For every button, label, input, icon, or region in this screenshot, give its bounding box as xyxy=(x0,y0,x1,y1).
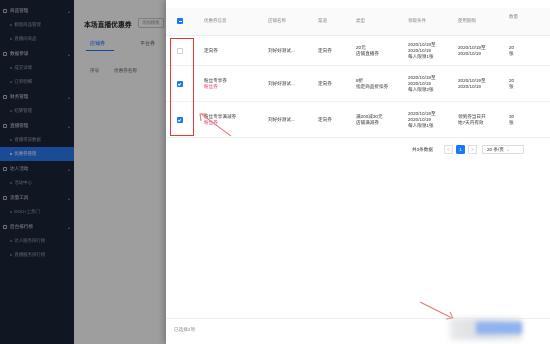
column-header-period: 使用期限 xyxy=(458,18,476,23)
shop-name-cell: 刘好好测试... xyxy=(268,116,295,122)
table-row[interactable]: 粉丝专享券 粉丝券 刘好好测试... 定向券 8折 指定商品折扣券 2020/10/19至 2… xyxy=(166,66,550,102)
period-cell-line: 始7天内有效 xyxy=(458,120,484,125)
column-header-channel: 渠道 xyxy=(318,18,327,23)
screen: 商品管理 ▴ 橱窗商品管理 直播间商品 数据参谋 ▴ 成交详情 订单明细 财务管理 ▴ 结算管理 直播… xyxy=(0,0,550,344)
quantity-cell-line: 张 xyxy=(509,51,514,56)
coupon-select-drawer: 优惠券信息 店铺名称 渠道 类型 领取条件 使用期限 数量 定向券刘好好测试..… xyxy=(166,0,550,344)
period-cell: 领到券当日开 始7天内有效 xyxy=(458,114,486,126)
period-cell-line: 2020/10/19 xyxy=(458,51,481,56)
quantity-cell-line: 张 xyxy=(509,120,514,125)
channel-cell: 定向券 xyxy=(318,47,332,53)
quantity-cell-line: 张 xyxy=(509,84,514,89)
pagination-prev-button[interactable]: < xyxy=(444,145,453,154)
column-header-quantity: 数量 xyxy=(509,14,518,19)
type-cell-line: 店铺直播券 xyxy=(356,51,379,56)
chevron-down-icon: ⌄ xyxy=(505,146,510,152)
condition-cell: 2020/10/19至 2020/10/19 每人限领1张 xyxy=(408,111,436,130)
period-cell-line: 2020/10/19 xyxy=(458,84,481,89)
condition-cell: 2020/10/19至 2020/10/19 每人限领1张 xyxy=(408,42,436,61)
type-cell-line: 指定商品折扣券 xyxy=(356,84,389,89)
type-cell: 20元 店铺直播券 xyxy=(356,45,379,57)
condition-cell-line: 2020/10/19至 xyxy=(408,41,436,47)
selected-count: 已选择2项 xyxy=(174,327,195,332)
modal-overlay[interactable] xyxy=(0,0,176,344)
channel-cell: 定向券 xyxy=(318,116,332,122)
condition-cell-line: 每人限领1张 xyxy=(408,123,434,129)
pagination-next-button[interactable]: > xyxy=(468,145,477,154)
quantity-cell: 20 张 xyxy=(509,78,514,90)
period-cell: 2020/10/19至 2020/10/19 xyxy=(458,78,486,90)
condition-cell-line: 每人限领1张 xyxy=(408,54,434,60)
coupon-name-cell: 粉丝专享券 粉丝券 xyxy=(204,78,227,90)
pagination-page-1[interactable]: 1 xyxy=(456,145,465,154)
condition-cell-line: 每人限领2张 xyxy=(408,87,434,93)
column-header-type: 类型 xyxy=(356,18,365,23)
page-size-select[interactable]: 20 条/页 ⌄ xyxy=(482,145,524,154)
quantity-cell: 30 张 xyxy=(509,114,514,126)
column-header-shop-name: 店铺名称 xyxy=(268,18,286,23)
type-cell: 满200减30元 店铺满减券 xyxy=(356,114,383,126)
condition-cell-line: 2020/10/19至 xyxy=(408,74,436,80)
shop-name-cell: 刘好好测试... xyxy=(268,47,295,53)
quantity-cell: 20 张 xyxy=(509,45,514,57)
coupon-name-cell: 定向券 xyxy=(204,48,218,54)
condition-cell: 2020/10/19至 2020/10/19 每人限领2张 xyxy=(408,75,436,94)
table-row[interactable]: 定向券 刘好好测试... 定向券 20元 店铺直播券 2020/10/19至 2020/10… xyxy=(166,36,550,66)
column-header-coupon-info: 优惠券信息 xyxy=(204,18,227,23)
pagination-total: 共3条数据 xyxy=(412,147,433,152)
type-cell: 8折 指定商品折扣券 xyxy=(356,78,388,90)
coupon-tag: 粉丝券 xyxy=(204,84,218,89)
shop-name-cell: 刘好好测试... xyxy=(268,80,295,86)
type-cell-line: 店铺满减券 xyxy=(356,120,379,125)
select-all-checkbox[interactable] xyxy=(177,18,183,24)
period-cell: 2020/10/19至 2020/10/19 xyxy=(458,45,486,57)
checkbox-highlight-annotation xyxy=(170,38,194,136)
channel-cell: 定向券 xyxy=(318,80,332,86)
table-header: 优惠券信息 店铺名称 渠道 类型 领取条件 使用期限 数量 xyxy=(166,8,550,36)
confirm-button[interactable] xyxy=(476,322,522,334)
condition-cell-line: 2020/10/19至 xyxy=(408,110,436,116)
column-header-condition: 领取条件 xyxy=(408,18,426,23)
annotation-arrow-icon xyxy=(199,113,232,137)
page-size-value: 20 条/页 xyxy=(487,146,504,152)
coupon-name: 定向券 xyxy=(204,47,218,53)
